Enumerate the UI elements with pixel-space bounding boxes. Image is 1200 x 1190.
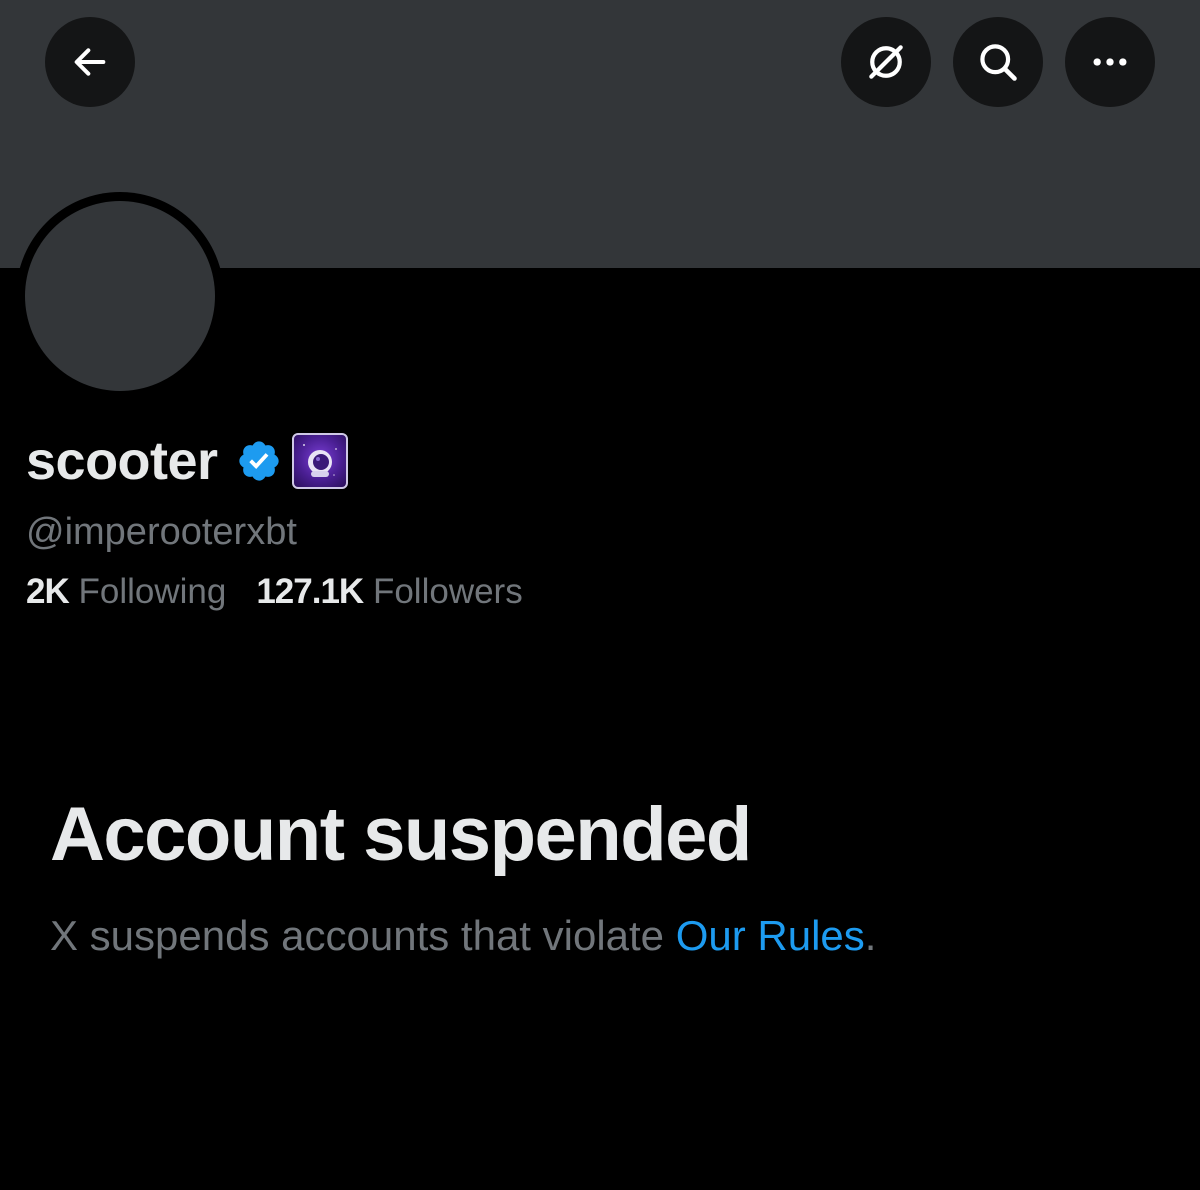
arrow-left-icon xyxy=(74,48,106,76)
grok-button[interactable] xyxy=(841,17,931,107)
followers-count: 127.1K xyxy=(256,572,364,611)
astronaut-badge-icon[interactable] xyxy=(291,433,348,489)
following-label: Following xyxy=(78,572,227,611)
back-button[interactable] xyxy=(45,17,135,107)
more-options-button[interactable] xyxy=(1065,17,1155,107)
search-icon xyxy=(980,44,1017,81)
suspension-title: Account suspended xyxy=(50,792,752,877)
our-rules-link[interactable]: Our Rules xyxy=(676,912,865,959)
avatar[interactable] xyxy=(25,201,215,391)
suspension-description: X suspends accounts that violate Our Rul… xyxy=(50,910,876,962)
search-button[interactable] xyxy=(953,17,1043,107)
profile-stats: 2K Following 127.1K Followers xyxy=(26,570,523,614)
name-row: scooter xyxy=(26,430,348,492)
profile-handle: @imperooterxbt xyxy=(26,511,297,553)
followers-label: Followers xyxy=(372,572,523,611)
more-dots-icon xyxy=(1093,58,1127,66)
display-name: scooter xyxy=(26,431,218,491)
grok-slash-circle-icon xyxy=(869,45,903,79)
avatar-ring xyxy=(16,192,224,400)
followers-stat[interactable]: 127.1K Followers xyxy=(256,570,522,614)
following-stat[interactable]: 2K Following xyxy=(26,570,226,614)
verified-badge-icon[interactable] xyxy=(236,438,282,484)
suspension-description-text: X suspends accounts that violate xyxy=(50,912,676,959)
suspension-description-period: . xyxy=(864,912,877,959)
following-count: 2K xyxy=(26,572,70,611)
